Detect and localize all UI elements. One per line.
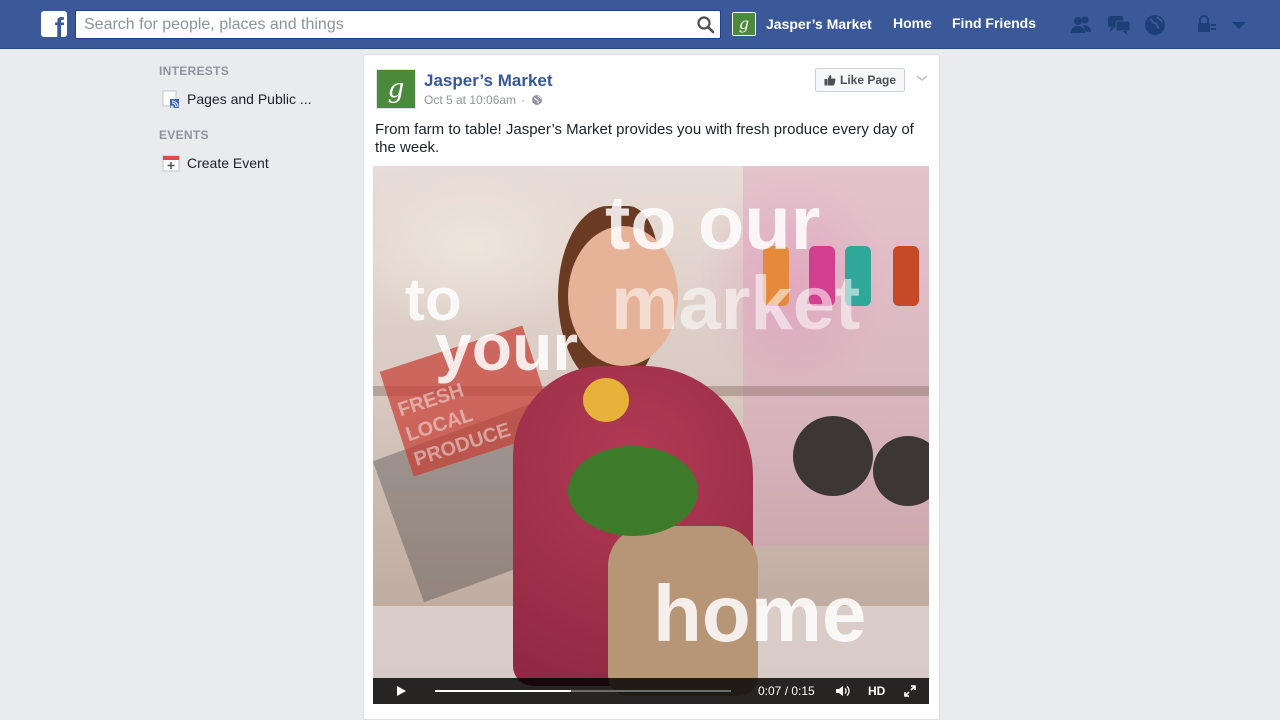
play-icon[interactable] bbox=[395, 685, 407, 697]
nav-page-shortcut[interactable]: g Jasper’s Market bbox=[732, 11, 872, 37]
fullscreen-icon[interactable] bbox=[904, 685, 916, 697]
top-navigation-bar: f g Jasper’s Market Home Find Friends bbox=[0, 0, 1280, 49]
calendar-add-icon bbox=[162, 155, 180, 172]
overlay-word: home bbox=[653, 569, 867, 658]
post-options-chevron-icon[interactable] bbox=[915, 71, 929, 85]
sidebar-item-label: Create Event bbox=[187, 155, 269, 171]
messages-icon[interactable] bbox=[1106, 12, 1132, 38]
thumbs-up-icon bbox=[824, 75, 836, 86]
notifications-globe-icon[interactable] bbox=[1142, 12, 1168, 38]
pages-feed-icon bbox=[162, 90, 179, 109]
like-page-button[interactable]: Like Page bbox=[815, 68, 905, 92]
volume-icon[interactable] bbox=[835, 684, 851, 698]
search-input[interactable] bbox=[84, 14, 684, 36]
video-controls: 0:07 / 0:15 HD bbox=[373, 678, 929, 704]
search-box bbox=[75, 10, 721, 39]
privacy-lock-icon[interactable] bbox=[1194, 12, 1220, 38]
interests-section-title: INTERESTS bbox=[159, 64, 230, 78]
search-icon[interactable] bbox=[696, 15, 716, 35]
left-sidebar: INTERESTS Pages and Public ... EVENTS Cr… bbox=[159, 64, 349, 180]
nav-find-friends-link[interactable]: Find Friends bbox=[952, 15, 1036, 31]
sidebar-item-pages-and-public[interactable]: Pages and Public ... bbox=[159, 82, 349, 116]
sidebar-item-label: Pages and Public ... bbox=[187, 91, 312, 107]
post-card: g Jasper’s Market Oct 5 at 10:06am · Lik… bbox=[363, 54, 940, 720]
nav-page-name: Jasper’s Market bbox=[766, 16, 872, 32]
public-globe-icon[interactable] bbox=[531, 94, 543, 106]
hd-toggle[interactable]: HD bbox=[868, 684, 885, 698]
nav-home-link[interactable]: Home bbox=[893, 15, 932, 31]
page-avatar[interactable]: g bbox=[376, 69, 416, 109]
sidebar-item-create-event[interactable]: Create Event bbox=[159, 146, 349, 180]
post-text: From farm to table! Jasper’s Market prov… bbox=[375, 121, 914, 156]
events-section-title: EVENTS bbox=[159, 128, 209, 142]
friend-requests-icon[interactable] bbox=[1068, 12, 1094, 38]
facebook-logo-icon[interactable]: f bbox=[41, 11, 67, 37]
overlay-word: to our bbox=[605, 181, 821, 266]
overlay-word: your bbox=[435, 310, 579, 384]
post-page-name-link[interactable]: Jasper’s Market bbox=[424, 71, 553, 91]
post-timestamp[interactable]: Oct 5 at 10:06am bbox=[424, 93, 516, 107]
video-frame: FRESH LOCAL PRODUCE to our market to you… bbox=[373, 166, 929, 704]
overlay-word: market bbox=[611, 261, 861, 346]
like-page-label: Like Page bbox=[839, 73, 897, 87]
video-time: 0:07 / 0:15 bbox=[758, 684, 815, 698]
post-meta: Oct 5 at 10:06am · bbox=[424, 93, 543, 107]
post-video[interactable]: FRESH LOCAL PRODUCE to our market to you… bbox=[373, 166, 929, 704]
page-avatar-icon: g bbox=[732, 12, 756, 36]
video-progress-bar[interactable] bbox=[435, 690, 731, 692]
account-menu-chevron-icon[interactable] bbox=[1226, 12, 1252, 38]
meta-separator: · bbox=[521, 93, 526, 107]
